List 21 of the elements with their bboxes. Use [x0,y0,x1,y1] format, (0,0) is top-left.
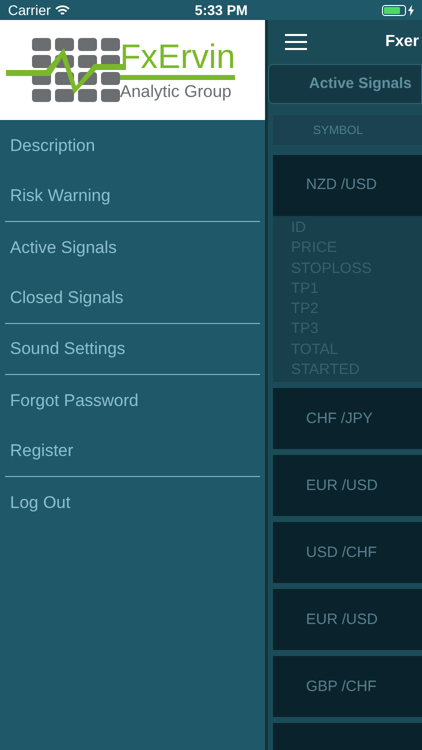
signal-card[interactable]: EUR /USD [273,589,422,650]
signal-card[interactable]: GBP /CHF [273,656,422,718]
carrier-label: Carrier [8,0,51,20]
brand-tagline: Analytic Group [120,74,236,102]
signal-card[interactable]: CHF /JPY [273,388,422,450]
menu-item[interactable]: Forgot Password [5,388,138,414]
menu-item[interactable]: Closed Signals [5,285,124,311]
signal-card[interactable]: EUR /USD [273,455,422,516]
signal-card[interactable]: USD /CHF [273,522,422,584]
menu-item[interactable]: Description [5,132,96,158]
menu-item[interactable]: Log Out [5,490,70,516]
menu-item[interactable]: Active Signals [5,234,117,260]
menu-item[interactable]: Register [5,438,74,464]
signal-card[interactable]: NZD /USD [273,155,422,216]
column-header: SYMBOL [273,115,422,145]
menu-item[interactable]: Risk Warning [5,183,110,209]
menu-item[interactable]: Sound Settings [5,336,126,362]
screen-title: Fxer [385,32,419,52]
segment-tab[interactable]: Active Signals [268,64,422,104]
time-label: 5:33 PM [194,0,248,20]
brand-name: FxErvin [120,38,236,74]
